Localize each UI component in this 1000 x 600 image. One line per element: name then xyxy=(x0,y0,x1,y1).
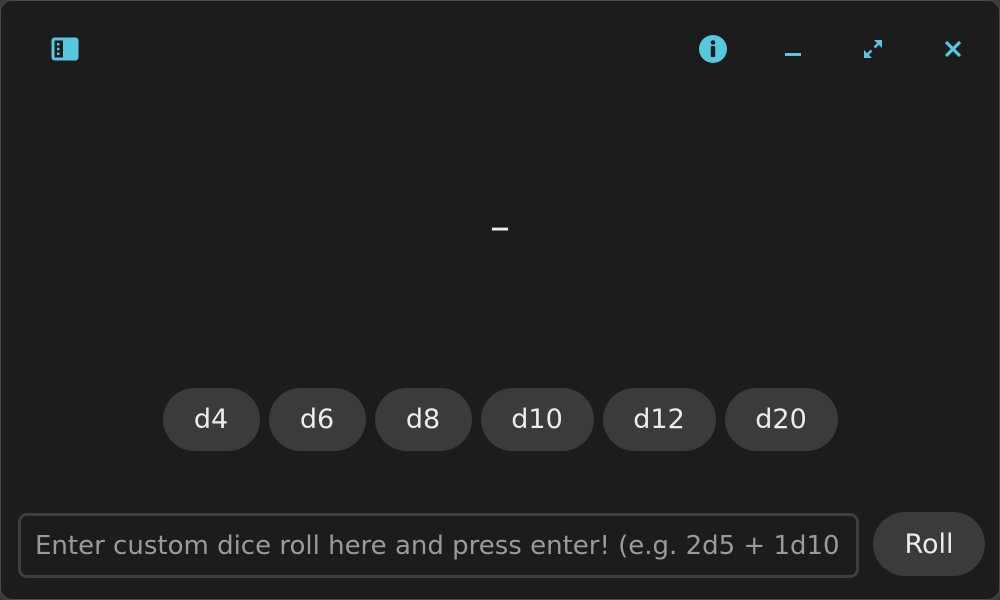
minimize-button[interactable] xyxy=(773,29,813,69)
roll-button[interactable]: Roll xyxy=(873,512,985,576)
d6-button[interactable]: d6 xyxy=(268,388,366,451)
close-button[interactable] xyxy=(933,29,973,69)
roll-result: – xyxy=(490,204,510,250)
info-button[interactable] xyxy=(693,29,733,69)
maximize-button[interactable] xyxy=(853,29,893,69)
maximize-icon xyxy=(863,39,883,59)
custom-roll-input[interactable] xyxy=(18,513,859,578)
close-icon xyxy=(943,39,963,59)
sidebar-toggle-button[interactable] xyxy=(45,29,85,69)
d8-button[interactable]: d8 xyxy=(374,388,472,451)
d10-button[interactable]: d10 xyxy=(480,388,594,451)
sidebar-toggle-icon xyxy=(51,37,79,61)
d4-button[interactable]: d4 xyxy=(162,388,260,451)
minimize-icon xyxy=(783,39,803,59)
app-window: – d4 d6 d8 d10 d12 d20 Roll xyxy=(0,0,1000,600)
info-icon xyxy=(698,34,728,64)
dice-button-row: d4 d6 d8 d10 d12 d20 xyxy=(1,388,999,451)
d12-button[interactable]: d12 xyxy=(602,388,716,451)
d20-button[interactable]: d20 xyxy=(724,388,838,451)
